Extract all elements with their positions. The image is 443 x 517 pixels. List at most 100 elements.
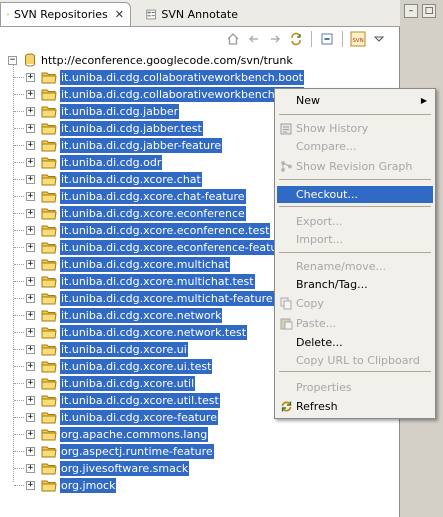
forward-arrow-icon[interactable]	[266, 30, 284, 48]
menu-item-copy[interactable]: Copy	[277, 295, 433, 312]
expand-icon[interactable]: +	[26, 396, 35, 405]
expand-icon[interactable]: +	[26, 209, 35, 218]
expand-icon[interactable]: +	[26, 294, 35, 303]
menu-item-export[interactable]: Export...	[277, 213, 433, 230]
tree-row[interactable]: + org.jivesoftware.smack	[0, 460, 400, 477]
minimize-icon[interactable]: –	[404, 4, 418, 18]
tree-item-label: it.uniba.di.cdg.xcore.econference-featur…	[60, 240, 290, 255]
svg-text:SVN: SVN	[352, 38, 363, 44]
expand-icon[interactable]: +	[26, 447, 35, 456]
folder-icon	[41, 462, 57, 475]
paste-icon	[280, 317, 293, 330]
expand-icon[interactable]: +	[26, 328, 35, 337]
expand-icon[interactable]: +	[26, 226, 35, 235]
expand-icon[interactable]: +	[26, 175, 35, 184]
expand-icon[interactable]: +	[26, 413, 35, 422]
tree-item-label: it.uniba.di.cdg.xcore.ui	[60, 342, 188, 357]
expand-icon[interactable]: +	[26, 277, 35, 286]
tree-item-label: it.uniba.di.cdg.collaborativeworkbench.b…	[60, 87, 304, 102]
tree-row-root[interactable]: − http://econference.googlecode.com/svn/t…	[0, 52, 400, 69]
close-icon[interactable]: ✕	[115, 8, 124, 21]
menu-item-label: Checkout...	[296, 188, 358, 201]
sync-icon[interactable]	[287, 30, 305, 48]
menu-item-copy-url-to-clipboard[interactable]: Copy URL to Clipboard	[277, 352, 433, 369]
tree-guide-line	[14, 77, 24, 78]
menu-item-compare[interactable]: Compare...	[277, 138, 433, 155]
tree-item-label: org.jivesoftware.smack	[60, 461, 190, 476]
tree-guide-line	[14, 315, 24, 316]
tree-guide-line	[14, 349, 24, 350]
menu-item-new[interactable]: New ▶	[277, 92, 433, 109]
home-icon[interactable]	[224, 30, 242, 48]
tree-item-label: it.uniba.di.cdg.xcore.multichat.test	[60, 274, 255, 289]
expand-icon[interactable]: +	[26, 158, 35, 167]
menu-item-import[interactable]: Import...	[277, 231, 433, 248]
menu-item-label: Copy URL to Clipboard	[296, 354, 420, 367]
add-repository-icon[interactable]: SVN	[349, 30, 367, 48]
menu-item-label: Branch/Tag...	[296, 278, 368, 291]
expand-icon[interactable]: +	[26, 260, 35, 269]
tree-item-label: it.uniba.di.cdg.odr	[60, 155, 163, 170]
menu-item-show-revision-graph[interactable]: Show Revision Graph	[277, 158, 433, 175]
tree-item-label: it.uniba.di.cdg.xcore.ui.test	[60, 359, 213, 374]
folder-icon	[41, 377, 57, 390]
history-icon	[280, 122, 293, 135]
tree-item-label: it.uniba.di.cdg.xcore-feature	[60, 410, 218, 425]
tab-svn-annotate[interactable]: SVN Annotate	[140, 2, 244, 26]
menu-item-label: Show Revision Graph	[296, 160, 413, 173]
tree-item-label: it.uniba.di.cdg.xcore.multichat	[60, 257, 230, 272]
menu-item-branch-tag[interactable]: Branch/Tag...	[277, 276, 433, 293]
expand-icon[interactable]: +	[26, 192, 35, 201]
tree-item-label: it.uniba.di.cdg.xcore.util.test	[60, 393, 220, 408]
tree-item-label: org.jmock	[60, 478, 117, 493]
tree-item-label: it.uniba.di.cdg.xcore.chat-feature	[60, 189, 246, 204]
expand-icon[interactable]: +	[26, 243, 35, 252]
tab-svn-repositories[interactable]: SVN Repositories ✕	[0, 2, 131, 26]
tree-item-label: it.uniba.di.cdg.xcore.network.test	[60, 325, 248, 340]
menu-item-checkout[interactable]: Checkout...	[277, 186, 433, 203]
folder-icon	[41, 275, 57, 288]
expand-icon[interactable]: +	[26, 311, 35, 320]
expand-icon[interactable]: +	[26, 379, 35, 388]
folder-icon	[41, 309, 57, 322]
menu-item-rename-move[interactable]: Rename/move...	[277, 258, 433, 275]
repository-icon	[24, 53, 36, 70]
expand-icon[interactable]: +	[26, 481, 35, 490]
expand-icon[interactable]: +	[26, 464, 35, 473]
menu-item-paste[interactable]: Paste...	[277, 315, 433, 332]
expand-icon[interactable]: +	[26, 430, 35, 439]
expand-icon[interactable]: +	[26, 90, 35, 99]
window-controls: – □	[404, 4, 436, 18]
expand-icon[interactable]: +	[26, 124, 35, 133]
back-arrow-icon[interactable]	[245, 30, 263, 48]
expand-icon[interactable]: +	[26, 107, 35, 116]
expand-icon[interactable]: +	[26, 141, 35, 150]
tree-item-label: it.uniba.di.cdg.collaborativeworkbench.b…	[60, 70, 304, 85]
tree-guide-line	[14, 400, 24, 401]
folder-icon	[41, 156, 57, 169]
menu-item-properties[interactable]: Properties	[277, 379, 433, 396]
tree-row[interactable]: + org.jmock	[0, 477, 400, 494]
folder-icon	[41, 343, 57, 356]
tree-row[interactable]: + it.uniba.di.cdg.collaborativeworkbench.…	[0, 69, 400, 86]
menu-separator	[279, 179, 431, 180]
expand-icon[interactable]: +	[26, 362, 35, 371]
collapse-icon[interactable]: −	[8, 56, 17, 65]
expand-icon[interactable]: +	[26, 73, 35, 82]
tree-row[interactable]: + org.apache.commons.lang	[0, 426, 400, 443]
tree-item-label: it.uniba.di.cdg.jabber.test	[60, 121, 203, 136]
copy-icon	[280, 297, 293, 310]
menu-item-show-history[interactable]: Show History	[277, 120, 433, 137]
tree-row[interactable]: + org.aspectj.runtime-feature	[0, 443, 400, 460]
view-menu-chevron-down-icon[interactable]	[370, 30, 388, 48]
expand-icon[interactable]: +	[26, 345, 35, 354]
folder-icon	[41, 224, 57, 237]
tree-guide-line	[14, 128, 24, 129]
folder-icon	[41, 428, 57, 441]
menu-item-delete[interactable]: Delete...	[277, 334, 433, 351]
maximize-icon[interactable]: □	[422, 4, 436, 18]
collapse-all-icon[interactable]	[318, 30, 336, 48]
tree-item-label: org.aspectj.runtime-feature	[60, 444, 214, 459]
menu-item-refresh[interactable]: Refresh	[277, 398, 433, 415]
folder-icon	[41, 190, 57, 203]
